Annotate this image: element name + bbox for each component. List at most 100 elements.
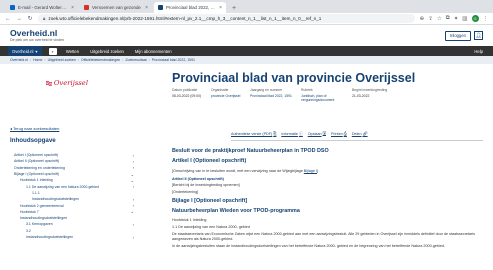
body-paragraph: De staatssecretaris van Economische Zake…	[172, 232, 475, 242]
authentic-pdf-link[interactable]: Authentieke versie (PDF) ⎘	[231, 130, 276, 137]
chevron-right-icon: ›	[132, 184, 134, 190]
section-text: 1.1 De aanwijzing van een Natura 2000- g…	[172, 225, 250, 230]
breadcrumb-item[interactable]: Officiëlebekendmakingen	[81, 58, 120, 62]
chevron-down-icon: ⌄	[130, 171, 134, 177]
nav-item-help[interactable]: Help	[472, 46, 485, 56]
browser-extensions: ⊕ ⇪ ☆ ⧉ ✦ ▥ G ⋮	[420, 15, 488, 22]
back-label: Terug naar zoekresultaten	[13, 126, 60, 131]
outlook-favicon-icon	[10, 5, 15, 10]
browser-tab-outlook[interactable]: E-mail - Gerard Wolters - Outlo ×	[6, 2, 78, 13]
main-navigation: Overheid.nl ▾ ⌕ Wetten Uitgebreid zoeken…	[0, 46, 493, 56]
breadcrumb-item[interactable]: Home	[33, 58, 42, 62]
meta-label: Datum publicatie	[172, 88, 198, 92]
extension-icon[interactable]: ⧉	[446, 15, 450, 22]
tab-label: Provinciaal blad 2022, 1591 Ov	[166, 5, 216, 10]
article-heading: Artikel I (Optioneel opschrift)	[172, 158, 247, 165]
chevron-down-icon: ⌄	[130, 177, 134, 183]
chevron-right-icon: ›	[132, 165, 134, 171]
browser-tab-bar: E-mail - Gerard Wolters - Outlo × Vernoe…	[0, 0, 493, 13]
reload-icon[interactable]: ↻	[27, 15, 33, 22]
user-icon[interactable]: 👤︎	[474, 31, 483, 40]
browser-toolbar: ← → ↻ 🔒︎ zoek.wto.officielebekendmakinge…	[0, 13, 493, 25]
nav-item-abonnementen[interactable]: Mijn abonnementen	[133, 46, 174, 56]
tab-label: E-mail - Gerard Wolters - Outlo	[18, 5, 68, 10]
nav-item-uitgebreid-zoeken[interactable]: Uitgebreid zoeken	[88, 46, 126, 56]
meta-number: Jaargang en nummer Provinciaal blad 2022…	[250, 88, 301, 102]
overheid-favicon-icon	[158, 5, 163, 10]
content-heading: Besluit voor de praktijkproef Natuurbehe…	[172, 148, 329, 154]
nav-search-button[interactable]: ⌕	[48, 47, 57, 55]
browser-tab-active[interactable]: Provinciaal blad 2022, 1591 Ov ×	[154, 2, 226, 13]
site-brand[interactable]: Overheid.nl De plek om uw overheid te vi…	[10, 29, 64, 43]
nav-item-wetten[interactable]: Wetten	[64, 46, 81, 56]
puzzle-icon[interactable]: ✦	[454, 16, 459, 22]
breadcrumb-item[interactable]: Overheid.nl	[10, 58, 28, 62]
meta-value[interactable]: Provinciaal blad 2022, 1591	[250, 94, 301, 98]
zoom-icon[interactable]: ⊕	[420, 16, 425, 22]
article-text: [Bericht bij de inwerkingtreding opnemen…	[172, 182, 240, 187]
share-link[interactable]: Delen 🔗︎	[352, 130, 368, 137]
search-icon: ⌕	[51, 48, 54, 54]
chevron-down-icon: ▾	[35, 48, 38, 54]
profile-avatar[interactable]: G	[471, 15, 479, 22]
address-bar[interactable]: 🔒︎ zoek.wto.officielebekendmakingen.nl/p…	[38, 14, 415, 23]
meta-label: Organisatie	[211, 88, 229, 92]
meta-value: 08-03-2022 (09:00)	[172, 93, 202, 98]
back-arrow-icon[interactable]: ←	[5, 16, 11, 22]
info-icon: ⓘ	[298, 130, 303, 136]
site-title: Overheid.nl	[10, 27, 58, 38]
chevron-down-icon: ⌄	[130, 209, 134, 215]
meta-label: Begint inwerkingtreding	[352, 88, 388, 92]
overijssel-logo: Overijssel	[46, 75, 88, 91]
site-subtitle: De plek om uw overheid te vinden	[10, 38, 65, 43]
page-title: Provinciaal blad van provincie Overijsse…	[172, 71, 416, 85]
forward-arrow-icon[interactable]: →	[16, 16, 22, 22]
breadcrumb-item[interactable]: Zoekresultaat	[125, 58, 146, 62]
document-content: Besluit voor de praktijkproef Natuurbehe…	[172, 148, 482, 251]
meta-value[interactable]: Juridisch, plan of vergunningsdocument	[301, 94, 352, 102]
nav-item-overheid[interactable]: Overheid.nl ▾	[8, 46, 42, 56]
chevron-right-icon: ›	[132, 221, 134, 227]
nav-label: Overheid.nl	[12, 48, 34, 54]
body-paragraph: In de aanwijzingsbesluiten staan de inst…	[172, 244, 445, 249]
document-metadata: Datum publicatie 08-03-2022 (09:00) Orga…	[172, 88, 391, 102]
bookmark-star-icon[interactable]: ☆	[437, 16, 442, 22]
site-favicon-icon	[84, 5, 89, 10]
close-tab-icon[interactable]: ×	[219, 5, 222, 11]
save-link[interactable]: Opslaan 🖫︎	[308, 130, 326, 137]
link-icon: 🔗︎	[362, 131, 368, 136]
print-link[interactable]: Printen ⎙	[331, 130, 347, 137]
new-tab-button[interactable]: +	[228, 5, 240, 13]
chapter-text: Hoofdstuk 1 Inleiding	[172, 218, 207, 223]
bijlage-link[interactable]: Bijlage I	[304, 169, 317, 173]
chevron-right-icon: ›	[132, 203, 134, 209]
table-of-contents: Artikel I (Optioneel opschrift) › Artikel…	[14, 152, 134, 240]
overijssel-wave-icon	[46, 80, 52, 87]
menu-dots-icon[interactable]: ⋮	[483, 16, 489, 22]
meta-organisation: Organisatie provincie Overijssel	[211, 88, 250, 102]
chevron-right-icon: ›	[132, 196, 134, 202]
close-tab-icon[interactable]: ×	[71, 5, 74, 11]
sidebar-icon[interactable]: ▥	[462, 16, 467, 22]
info-link[interactable]: Informatie ⓘ	[281, 130, 302, 137]
toc-heading: Inhoudsopgave	[10, 137, 56, 144]
tab-label: Vernoemen van gezonde	[92, 5, 141, 10]
meta-label: Jaargang en nummer	[250, 88, 283, 92]
login-button[interactable]: Inloggen	[444, 30, 471, 41]
site-header: Overheid.nl De plek om uw overheid te vi…	[0, 25, 493, 46]
document-header: Overijssel Provinciaal blad van provinci…	[0, 64, 493, 110]
url-text: zoek.wto.officielebekendmakingen.nl/prb-…	[48, 16, 322, 21]
lock-icon: 🔒︎	[43, 16, 46, 21]
meta-effective-date: Begint inwerkingtreding 21-03-2022	[352, 88, 391, 102]
toc-item[interactable]: Instandhoudingsdoelstellingen ›	[14, 234, 134, 240]
logo-text: Overijssel	[53, 79, 88, 87]
share-icon[interactable]: ⇪	[428, 16, 433, 22]
article-heading: Artikel II (Optioneel opschrift)	[172, 176, 224, 181]
breadcrumb-item[interactable]: Uitgebreid zoeken	[48, 58, 76, 62]
pdf-icon: ⎘	[273, 131, 277, 136]
back-to-results-link[interactable]: ◂ Terug naar zoekresultaten	[10, 126, 59, 131]
browser-tab-second[interactable]: Vernoemen van gezonde ×	[80, 2, 152, 13]
meta-value[interactable]: provincie Overijssel	[211, 94, 250, 98]
close-tab-icon[interactable]: ×	[145, 5, 148, 11]
breadcrumb: Overheid.nl › Home › Uitgebreid zoeken › Of…	[0, 56, 493, 64]
